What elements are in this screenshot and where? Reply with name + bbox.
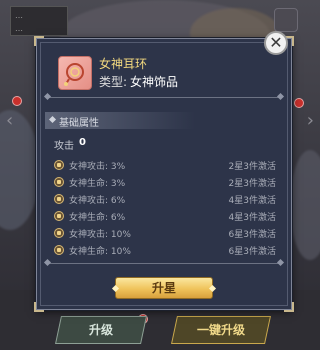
list-item: 女神攻击: 6% 4星3件激活 — [54, 192, 276, 209]
one-click-upgrade-label: 一键升级 — [196, 323, 245, 337]
attribute-text: 女神生命: 6% — [69, 213, 126, 223]
attribute-condition: 6星3件激活 — [228, 247, 276, 257]
divider — [47, 263, 281, 264]
earring-icon — [58, 56, 92, 90]
list-item: 女神生命: 3% 2星3件激活 — [54, 175, 276, 192]
divider — [47, 97, 281, 98]
attack-label: 攻击 — [54, 141, 74, 152]
dialog-corner — [34, 302, 44, 312]
chevron-right-icon[interactable]: › — [307, 110, 314, 131]
attribute-condition: 2星3件激活 — [228, 162, 276, 172]
background-tag-line: … — [15, 24, 23, 33]
list-item: 女神生命: 10% 6星3件激活 — [54, 243, 276, 260]
list-item: 女神生命: 6% 4星3件激活 — [54, 209, 276, 226]
background-decoration — [290, 150, 320, 260]
notification-dot — [12, 96, 22, 106]
item-type-label: 类型: — [99, 75, 128, 89]
attribute-condition: 2星3件激活 — [228, 179, 276, 189]
attribute-text: 女神攻击: 6% — [69, 196, 126, 206]
attribute-bonus-icon — [54, 211, 64, 221]
section-title: 基础属性 — [59, 118, 99, 129]
item-type-value: 女神饰品 — [130, 75, 179, 89]
top-right-icon[interactable] — [274, 8, 298, 32]
close-icon[interactable]: ✕ — [264, 31, 288, 55]
attribute-bonus-icon — [54, 245, 64, 255]
background-tag-line: … — [15, 11, 23, 20]
attribute-bonus-icon — [54, 160, 64, 170]
attribute-condition: 6星3件激活 — [228, 230, 276, 240]
item-name: 女神耳环 — [99, 57, 148, 71]
background-tag: … … — [10, 6, 68, 36]
chevron-left-icon[interactable]: ‹ — [6, 110, 13, 131]
dialog-corner — [34, 36, 44, 46]
attribute-text: 女神攻击: 3% — [69, 162, 126, 172]
attribute-bonus-icon — [54, 228, 64, 238]
dialog-corner — [284, 302, 294, 312]
upgrade-button-label: 升级 — [88, 323, 113, 337]
diamond-icon — [48, 115, 57, 124]
list-item: 女神攻击: 3% 2星3件激活 — [54, 158, 276, 175]
attribute-text: 女神攻击: 10% — [69, 230, 131, 240]
upstar-button-label: 升星 — [151, 281, 176, 295]
upstar-button[interactable]: 升星 — [115, 277, 213, 299]
item-type: 类型: 女神饰品 — [99, 73, 178, 90]
attribute-bonus-icon — [54, 194, 64, 204]
attribute-condition: 4星3件激活 — [228, 213, 276, 223]
attack-value: 0 — [79, 137, 86, 148]
one-click-upgrade-button[interactable]: 一键升级 — [171, 316, 271, 344]
section-header: 基础属性 — [45, 112, 195, 129]
upgrade-button[interactable]: 升级 — [55, 316, 147, 344]
attribute-text: 女神生命: 3% — [69, 179, 126, 189]
attribute-bonus-icon — [54, 177, 64, 187]
attribute-text: 女神生命: 10% — [69, 247, 131, 257]
list-item: 女神攻击: 10% 6星3件激活 — [54, 226, 276, 243]
attribute-list: 女神攻击: 3% 2星3件激活 女神生命: 3% 2星3件激活 女神攻击: 6%… — [54, 158, 276, 260]
item-detail-dialog: 女神耳环 类型: 女神饰品 基础属性 攻击 0 女神攻击: 3% 2星3件激活 女… — [34, 36, 294, 312]
notification-dot — [294, 98, 304, 108]
attribute-condition: 4星3件激活 — [228, 196, 276, 206]
